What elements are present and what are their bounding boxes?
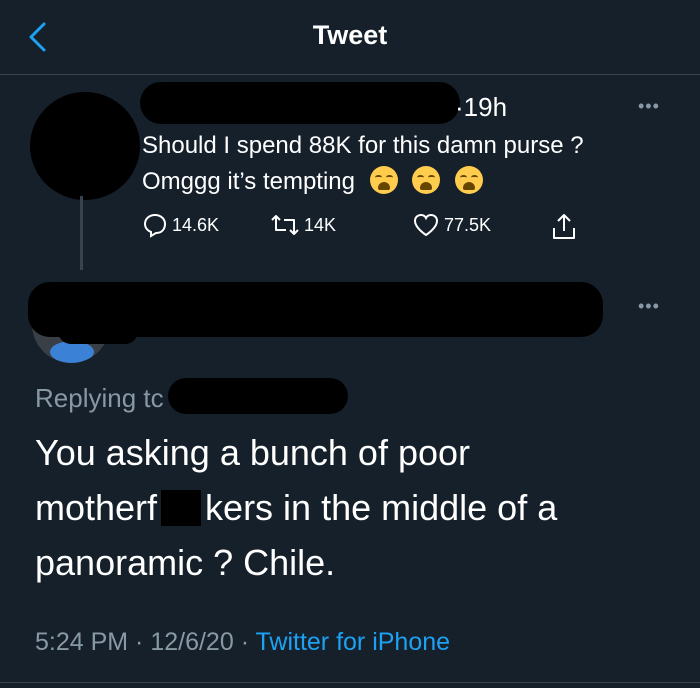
more-options-button[interactable]: ••• <box>638 296 660 317</box>
reply-text-part2: motherf <box>35 487 158 528</box>
thread-connector-line <box>80 196 83 270</box>
reply-button[interactable]: 14.6K <box>142 212 219 238</box>
share-icon <box>553 214 575 239</box>
divider <box>0 682 700 683</box>
tweet-date-label: 12/6/20 <box>150 628 234 656</box>
reply-tweet-text: You asking a bunch of poor motherf kers i… <box>35 425 655 590</box>
like-count: 77.5K <box>444 214 492 235</box>
redacted-name <box>140 82 460 124</box>
parent-tweet-text: Should I spend 88K for this damn purse ?… <box>142 128 682 200</box>
share-button[interactable] <box>550 212 582 242</box>
replying-to-text: Replying tc <box>35 383 164 413</box>
redacted-avatar <box>30 92 140 200</box>
weary-face-emoji-icon <box>369 166 398 194</box>
replying-to-label: Replying tc <box>35 383 164 414</box>
weary-face-emoji-icon <box>412 166 441 194</box>
parent-tweet-line2-wrap: Omggg it’s tempting <box>142 164 682 200</box>
retweet-icon <box>271 215 299 235</box>
like-button[interactable]: 77.5K <box>412 212 491 238</box>
reply-text-part3: kers in the middle of a <box>205 487 558 528</box>
tweet-time: ·19h <box>455 92 508 122</box>
redacted-handle <box>58 318 138 344</box>
redacted-replying-handle <box>168 378 348 414</box>
heart-icon <box>413 213 439 237</box>
parent-tweet-line2: Omggg it’s tempting <box>142 168 355 195</box>
retweet-button[interactable]: 14K <box>270 212 336 238</box>
retweet-count: 14K <box>304 214 337 235</box>
reply-text-line1: You asking a bunch of poor <box>35 432 471 473</box>
reply-text-line3: panoramic ? Chile. <box>35 542 336 583</box>
page-title: Tweet <box>312 20 388 50</box>
tweet-time-value: 19h <box>463 92 508 122</box>
tweet-timestamp: 5:24 PM · 12/6/20 · Twitter for iPhone <box>35 628 450 657</box>
more-options-button[interactable]: ••• <box>638 96 660 117</box>
parent-tweet-line1: Should I spend 88K for this damn purse ? <box>142 132 584 159</box>
separator: · <box>233 628 256 656</box>
weary-face-emoji-icon <box>455 166 484 194</box>
reply-icon <box>143 213 167 238</box>
tweet-actions: 14.6K 14K 77.5K <box>142 212 592 242</box>
reply-text-line2: motherf kers in the middle of a <box>35 480 655 535</box>
header-bar: Tweet <box>0 0 700 75</box>
censor-block <box>161 490 202 526</box>
reply-count: 14.6K <box>172 214 220 235</box>
separator: · <box>128 628 151 656</box>
tweet-source-link[interactable]: Twitter for iPhone <box>256 628 451 656</box>
tweet-time-label: 5:24 PM <box>35 628 129 656</box>
